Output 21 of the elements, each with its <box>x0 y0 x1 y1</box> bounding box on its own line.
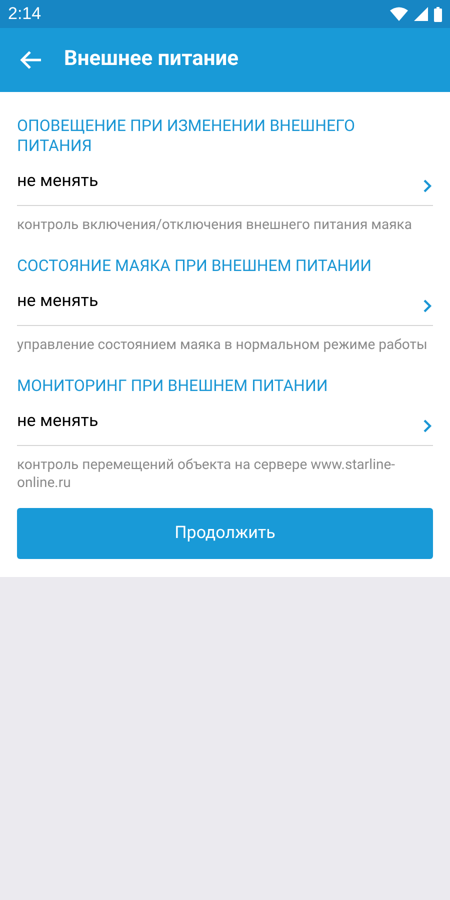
chevron-icon <box>423 298 432 312</box>
setting-row[interactable]: не менять <box>17 158 433 206</box>
setting-value: не менять <box>17 290 98 313</box>
screen-title: Внешнее питание <box>64 46 238 74</box>
chevron-icon <box>423 178 432 192</box>
setting-value: не менять <box>17 170 98 193</box>
setting-row[interactable]: не менять <box>17 278 433 326</box>
setting-hint: управление состоянием маяка в нормальном режиме работы <box>17 336 428 354</box>
section-title: СОСТОЯНИЕ МАЯКА ПРИ ВНЕШНЕМ ПИТАНИИ <box>17 256 373 276</box>
status-time: 2:14 <box>8 3 42 26</box>
wifi-icon <box>390 7 408 21</box>
setting-hint: контроль перемещений объекта на сервере www.starline-online.ru <box>17 456 396 492</box>
back-icon[interactable] <box>20 50 42 70</box>
section-title: ОПОВЕЩЕНИЕ ПРИ ИЗМЕНЕНИИ ВНЕШНЕГО ПИТАНИЯ <box>17 116 356 156</box>
setting-hint: контроль включения/отключения внешнего питания маяка <box>17 216 413 234</box>
chevron-icon <box>423 418 432 432</box>
signal-icon <box>414 7 428 21</box>
setting-value: не менять <box>17 410 98 433</box>
battery-icon <box>434 6 442 22</box>
setting-row[interactable]: не менять <box>17 398 433 446</box>
section-title: МОНИТОРИНГ ПРИ ВНЕШНЕМ ПИТАНИИ <box>17 376 329 396</box>
